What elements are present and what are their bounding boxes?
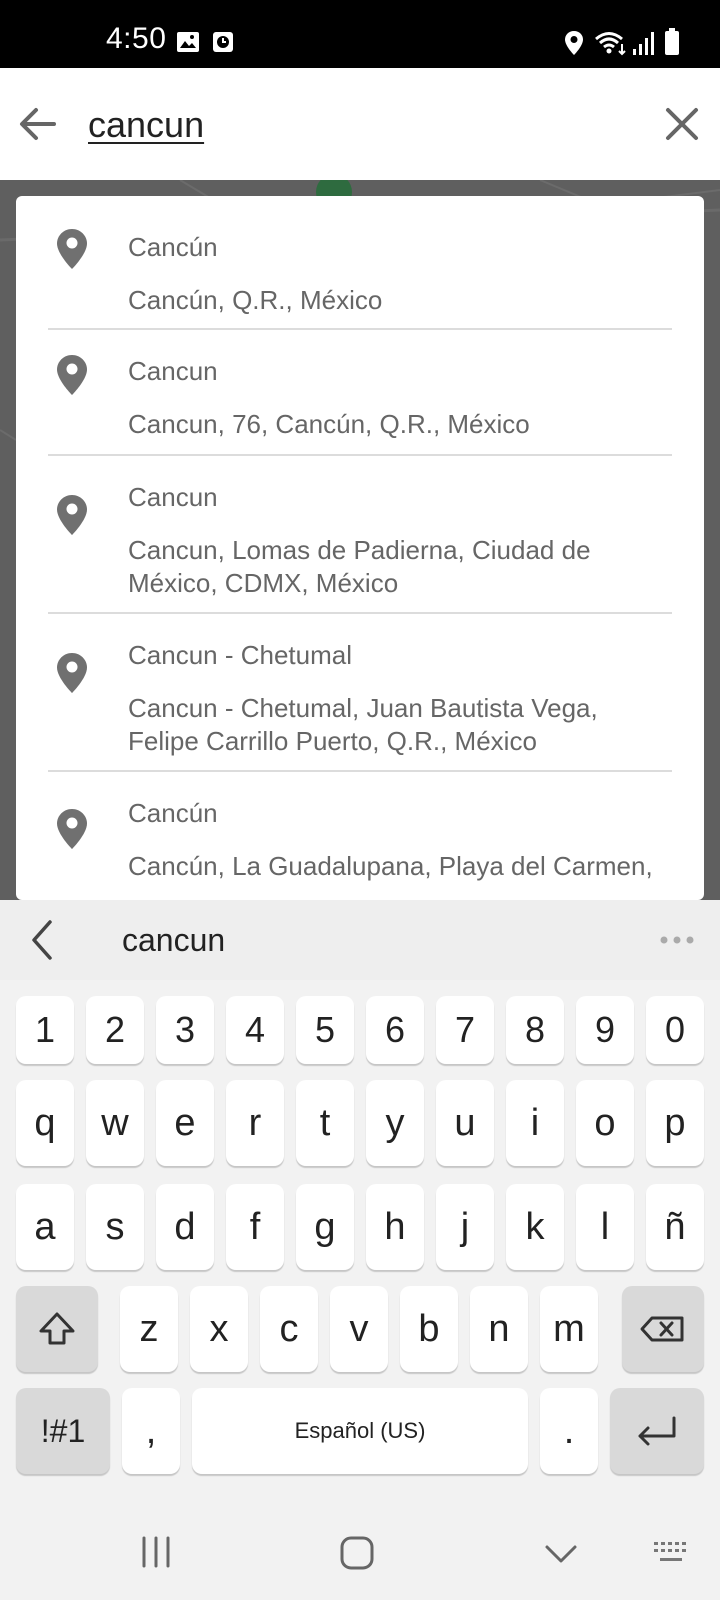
suggestion-title: Cancun - Chetumal: [128, 640, 352, 670]
key-b[interactable]: b: [400, 1286, 458, 1372]
key-v[interactable]: v: [330, 1286, 388, 1372]
key-5[interactable]: 5: [296, 996, 354, 1064]
key-1[interactable]: 1: [16, 996, 74, 1064]
suggestion-item[interactable]: Cancun Cancun, Lomas de Padierna, Ciudad…: [48, 456, 672, 614]
signal-icon: [633, 32, 654, 55]
close-icon[interactable]: [662, 104, 702, 144]
key-c[interactable]: c: [260, 1286, 318, 1372]
location-pin-icon: [57, 355, 87, 395]
key-z[interactable]: z: [120, 1286, 178, 1372]
comma-key[interactable]: ,: [122, 1388, 180, 1474]
key-6[interactable]: 6: [366, 996, 424, 1064]
backspace-icon: [640, 1316, 684, 1342]
key-k[interactable]: k: [506, 1184, 564, 1270]
suggestion-title: Cancún: [128, 232, 218, 262]
key-n-tilde[interactable]: ñ: [646, 1184, 704, 1270]
status-time: 4:50: [106, 22, 167, 55]
key-y[interactable]: y: [366, 1080, 424, 1166]
key-8[interactable]: 8: [506, 996, 564, 1064]
chevron-left-icon[interactable]: [26, 918, 58, 962]
backspace-key[interactable]: [622, 1286, 704, 1372]
key-m[interactable]: m: [540, 1286, 598, 1372]
key-r[interactable]: r: [226, 1080, 284, 1166]
key-o[interactable]: o: [576, 1080, 634, 1166]
key-s[interactable]: s: [86, 1184, 144, 1270]
suggestion-title: Cancun: [128, 356, 218, 386]
suggestion-title: Cancun: [128, 482, 218, 512]
suggestion-item[interactable]: Cancun - Chetumal Cancun - Chetumal, Jua…: [48, 614, 672, 772]
wifi-icon: [595, 32, 626, 56]
key-7[interactable]: 7: [436, 996, 494, 1064]
navigation-bar: [0, 1504, 720, 1600]
suggestion-item[interactable]: Cancún Cancún, La Guadalupana, Playa del…: [48, 772, 672, 900]
key-l[interactable]: l: [576, 1184, 634, 1270]
clock-icon: [213, 32, 233, 52]
space-key[interactable]: Español (US): [192, 1388, 528, 1474]
keyboard-suggestion-bar: cancun: [0, 900, 720, 980]
suggestion-item[interactable]: Cancún Cancún, Q.R., México: [48, 196, 672, 330]
status-bar: 4:50: [0, 0, 720, 68]
key-e[interactable]: e: [156, 1080, 214, 1166]
key-p[interactable]: p: [646, 1080, 704, 1166]
enter-key[interactable]: [610, 1388, 704, 1474]
location-pin-icon: [57, 229, 87, 269]
key-4[interactable]: 4: [226, 996, 284, 1064]
key-u[interactable]: u: [436, 1080, 494, 1166]
key-q[interactable]: q: [16, 1080, 74, 1166]
key-i[interactable]: i: [506, 1080, 564, 1166]
more-options-icon[interactable]: [660, 936, 694, 944]
key-g[interactable]: g: [296, 1184, 354, 1270]
hide-keyboard-chevron-icon[interactable]: [544, 1544, 578, 1564]
symbols-key[interactable]: !#1: [16, 1388, 110, 1474]
key-n[interactable]: n: [470, 1286, 528, 1372]
keyboard: cancun 1 2 3 4 5 6 7 8 9 0 q w e r t y u…: [0, 900, 720, 1504]
home-icon[interactable]: [340, 1536, 374, 1570]
arrow-left-icon[interactable]: [16, 102, 60, 146]
key-3[interactable]: 3: [156, 996, 214, 1064]
suggestion-item[interactable]: Cancun Cancun, 76, Cancún, Q.R., México: [48, 330, 672, 456]
enter-icon: [638, 1416, 676, 1446]
search-input[interactable]: cancun: [88, 104, 204, 146]
image-icon: [177, 32, 199, 52]
location-pin-icon: [57, 809, 87, 849]
suggestion-address: Cancun, Lomas de Padierna, Ciudad de Méx…: [128, 535, 591, 598]
keyboard-switch-icon[interactable]: [652, 1540, 692, 1566]
suggestion-address: Cancún, Q.R., México: [128, 285, 383, 315]
key-f[interactable]: f: [226, 1184, 284, 1270]
suggestions-list: Cancún Cancún, Q.R., México Cancun Cancu…: [16, 196, 704, 900]
period-key[interactable]: .: [540, 1388, 598, 1474]
keyboard-suggestion-word[interactable]: cancun: [122, 922, 225, 959]
key-a[interactable]: a: [16, 1184, 74, 1270]
suggestion-address: Cancún, La Guadalupana, Playa del Carmen…: [128, 851, 653, 881]
key-2[interactable]: 2: [86, 996, 144, 1064]
key-d[interactable]: d: [156, 1184, 214, 1270]
location-pin-icon: [57, 495, 87, 535]
key-w[interactable]: w: [86, 1080, 144, 1166]
location-pin-icon: [57, 653, 87, 693]
location-icon: [565, 31, 583, 55]
key-x[interactable]: x: [190, 1286, 248, 1372]
suggestion-title: Cancún: [128, 798, 218, 828]
key-j[interactable]: j: [436, 1184, 494, 1270]
suggestion-address: Cancun, 76, Cancún, Q.R., México: [128, 409, 530, 439]
suggestion-address: Cancun - Chetumal, Juan Bautista Vega, F…: [128, 693, 598, 756]
key-0[interactable]: 0: [646, 996, 704, 1064]
search-bar: cancun: [0, 68, 720, 180]
shift-arrow-icon: [39, 1312, 75, 1345]
key-h[interactable]: h: [366, 1184, 424, 1270]
key-9[interactable]: 9: [576, 996, 634, 1064]
shift-key[interactable]: [16, 1286, 98, 1372]
battery-icon: [665, 28, 679, 55]
key-t[interactable]: t: [296, 1080, 354, 1166]
recent-apps-icon[interactable]: [140, 1536, 172, 1568]
